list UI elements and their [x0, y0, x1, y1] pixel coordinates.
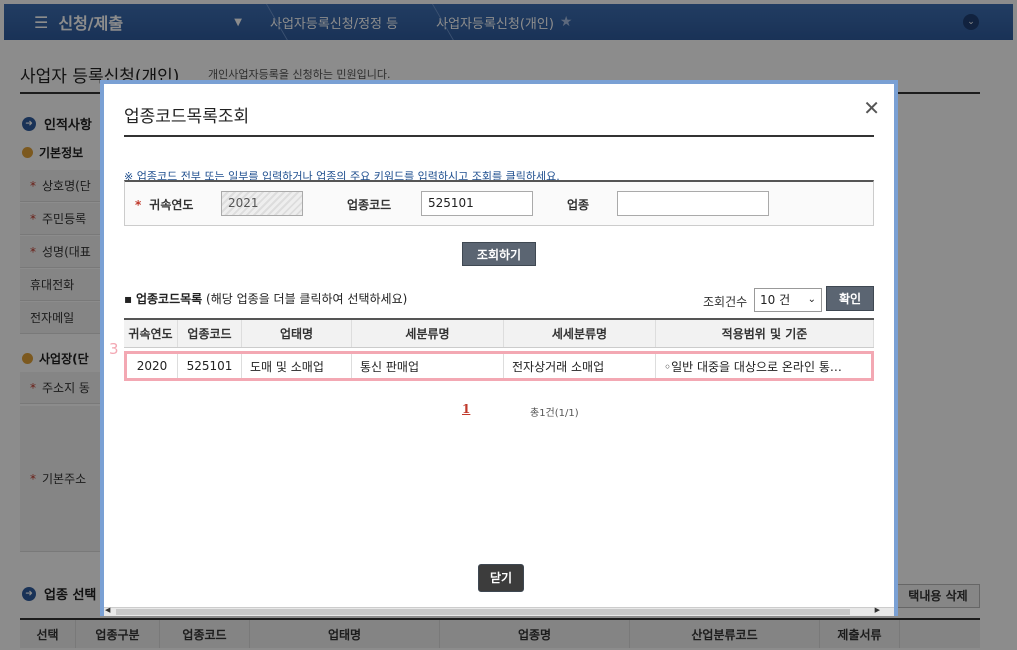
close-icon[interactable]: ✕	[863, 96, 880, 120]
divider	[124, 135, 874, 137]
table-header: 귀속연도 업종코드 업태명 세분류명 세세분류명 적용범위 및 기준	[124, 318, 874, 348]
table-cell: 통신 판매업	[352, 354, 504, 378]
arrow-left-icon[interactable]: ◀	[105, 606, 110, 614]
search-button[interactable]: 조회하기	[462, 242, 536, 266]
table-cell: 2020	[127, 354, 178, 378]
year-label: * 귀속연도	[135, 198, 194, 212]
table-cell: 전자상거래 소매업	[504, 354, 656, 378]
table-row[interactable]: 2020 525101 도매 및 소매업 통신 판매업 전자상거래 소매업 ◦일…	[124, 351, 874, 381]
industry-input[interactable]	[617, 191, 769, 216]
dialog-title: 업종코드목록조회	[124, 107, 250, 127]
column-header: 귀속연도	[124, 320, 178, 347]
total-count: 총1건(1/1)	[530, 408, 579, 419]
column-header: 업종코드	[178, 320, 242, 347]
column-header: 세분류명	[352, 320, 504, 347]
count-select[interactable]: 10 건 ⌄	[754, 288, 822, 312]
count-value: 10 건	[760, 293, 791, 307]
annotation-number: 3	[109, 340, 119, 358]
list-title: ▪ 업종코드목록 (해당 업종을 더블 클릭하여 선택하세요)	[124, 292, 408, 306]
close-button[interactable]: 닫기	[478, 564, 524, 592]
scrollbar-thumb[interactable]	[116, 609, 850, 615]
confirm-button[interactable]: 확인	[826, 286, 874, 311]
industry-label: 업종	[567, 198, 590, 212]
industry-code-table: 귀속연도 업종코드 업태명 세분류명 세세분류명 적용범위 및 기준 2020 …	[124, 318, 874, 381]
industry-code-dialog: 업종코드목록조회 ✕ ※ 업종코드 전부 또는 일부를 입력하거나 업종의 주요…	[100, 80, 898, 616]
industry-code-input[interactable]: 525101	[421, 191, 533, 216]
year-field: 2021	[221, 191, 303, 216]
horizontal-scrollbar[interactable]: ◀ ▶	[104, 606, 894, 616]
column-header: 업태명	[242, 320, 352, 347]
chevron-down-icon: ⌄	[807, 294, 816, 305]
table-cell: 도매 및 소매업	[242, 354, 352, 378]
page-link[interactable]: 1	[462, 402, 470, 416]
search-box: * 귀속연도 2021 업종코드 525101 업종	[124, 180, 874, 226]
code-label: 업종코드	[347, 198, 392, 212]
count-label: 조회건수	[703, 295, 748, 309]
table-cell: ◦일반 대중을 대상으로 온라인 통…	[664, 359, 842, 374]
column-header: 적용범위 및 기준	[656, 320, 874, 347]
column-header: 세세분류명	[504, 320, 656, 347]
arrow-right-icon[interactable]: ▶	[875, 606, 880, 614]
table-cell: 525101	[178, 354, 242, 378]
